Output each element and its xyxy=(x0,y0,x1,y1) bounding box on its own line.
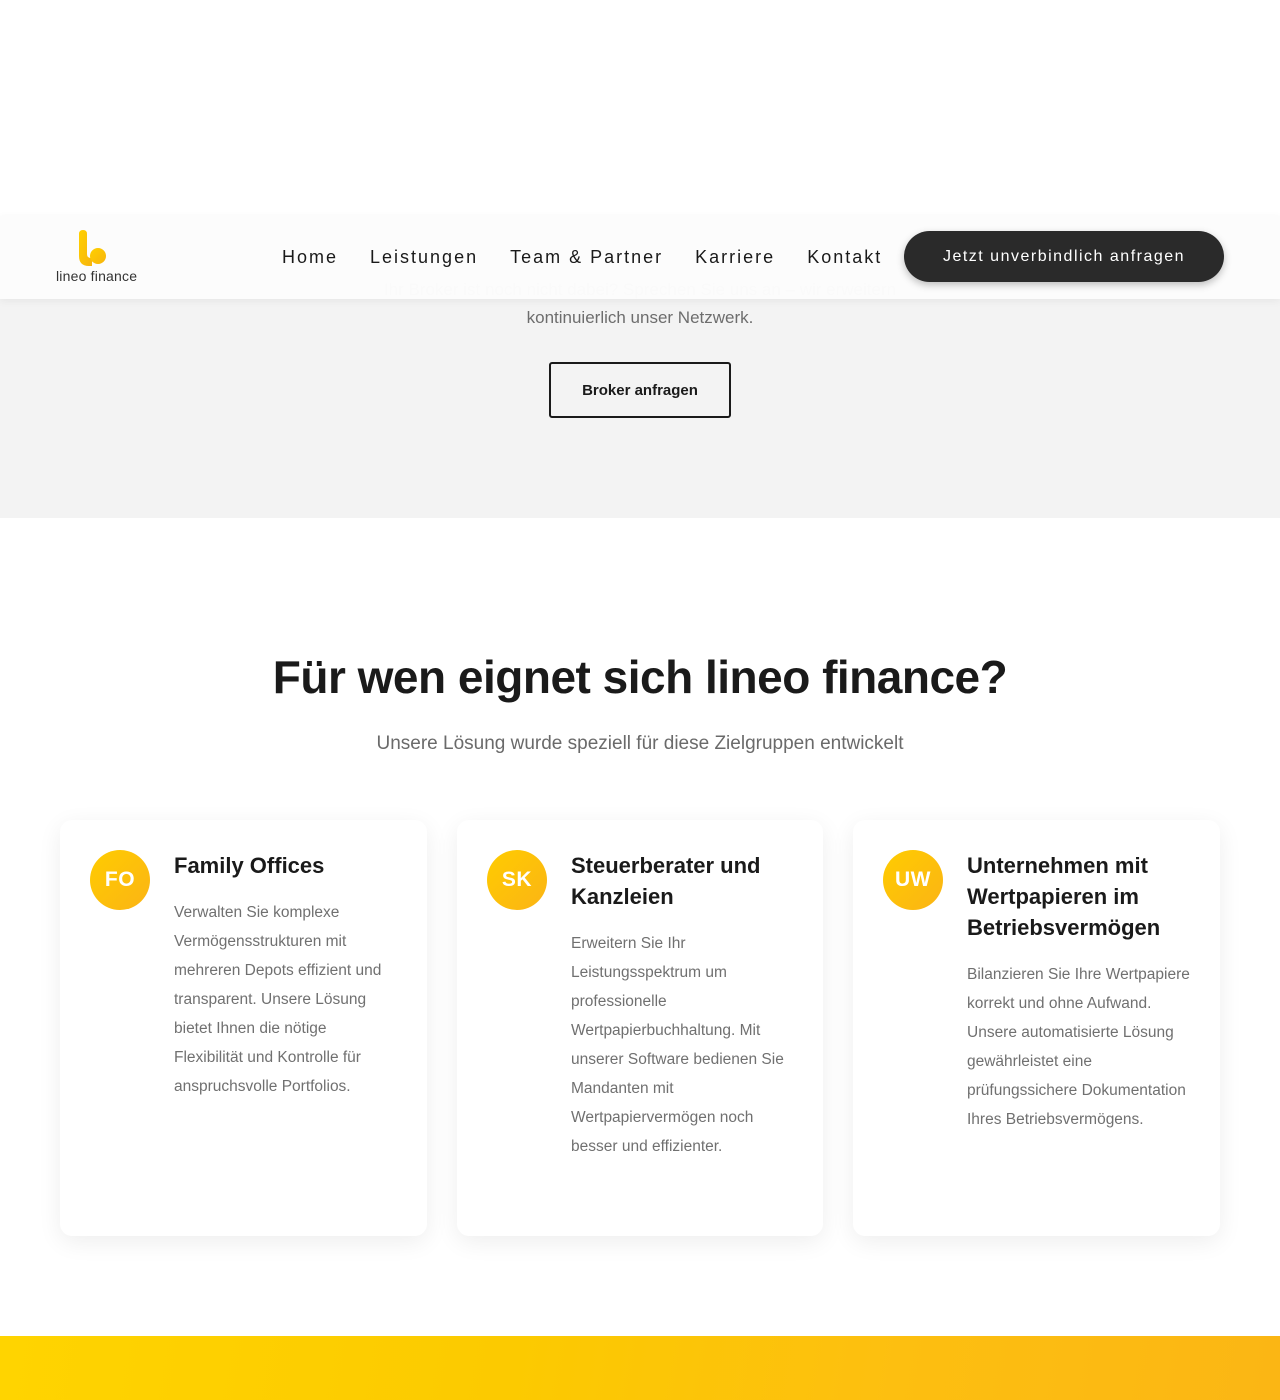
card-title: Unternehmen mit Wertpapieren im Betriebs… xyxy=(967,853,1161,940)
nav-link-team-partner[interactable]: Team & Partner xyxy=(510,247,663,268)
nav-link-home[interactable]: Home xyxy=(282,247,338,268)
section-title: Für wen eignet sich lineo finance? xyxy=(272,651,1008,703)
nav-links: Home Leistungen Team & Partner Karriere … xyxy=(282,216,914,299)
target-card-tax-advisors: SK Steuerberater und Kanzleien Erweitern… xyxy=(457,820,823,1236)
request-cta-button[interactable]: Jetzt unverbindlich anfragen xyxy=(904,231,1224,282)
card-title: Steuerberater und Kanzleien xyxy=(571,853,761,909)
broker-text-line2: kontinuierlich unser Netzwerk. xyxy=(526,308,754,327)
card-description: Verwalten Sie komplexe Vermögensstruktur… xyxy=(174,904,382,1095)
target-card-family-offices: FO Family Offices Verwalten Sie komplexe… xyxy=(60,820,427,1236)
card-badge: SK xyxy=(487,850,547,910)
card-description: Erweitern Sie Ihr Leistungsspektrum um p… xyxy=(571,935,784,1155)
card-description: Bilanzieren Sie Ihre Wertpapiere korrekt… xyxy=(967,966,1190,1128)
page-top-blank xyxy=(0,0,1280,216)
main-navbar: lineo finance Home Leistungen Team & Par… xyxy=(0,216,1280,299)
nav-link-kontakt[interactable]: Kontakt xyxy=(807,247,882,268)
card-title: Family Offices xyxy=(174,853,325,878)
logo[interactable]: lineo finance xyxy=(56,230,138,286)
nav-link-karriere[interactable]: Karriere xyxy=(695,247,775,268)
yellow-section-band xyxy=(0,1336,1280,1400)
target-card-companies: UW Unternehmen mit Wertpapieren im Betri… xyxy=(853,820,1220,1236)
nav-link-leistungen[interactable]: Leistungen xyxy=(370,247,478,268)
card-badge: UW xyxy=(883,850,943,910)
card-badge: FO xyxy=(90,850,150,910)
logo-text: lineo finance xyxy=(56,268,138,284)
broker-request-button[interactable]: Broker anfragen xyxy=(549,362,731,418)
section-subtitle: Unsere Lösung wurde speziell für diese Z… xyxy=(376,733,904,754)
target-groups-section: Für wen eignet sich lineo finance? Unser… xyxy=(0,518,1280,1336)
logo-mark-icon xyxy=(79,230,106,266)
